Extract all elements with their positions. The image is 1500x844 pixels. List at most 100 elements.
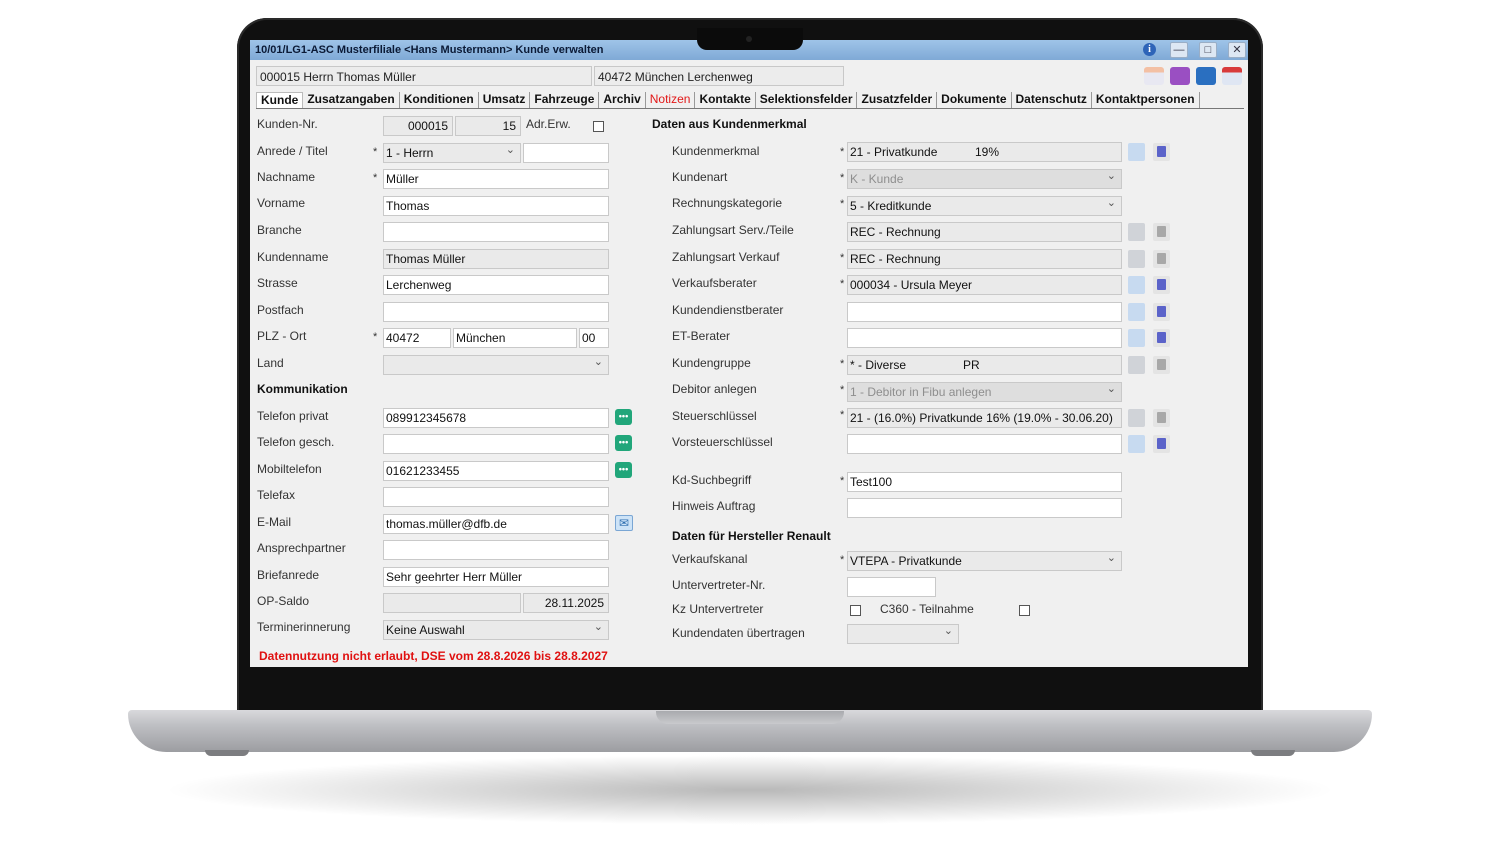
- kundenname-field[interactable]: Thomas Müller: [383, 249, 609, 269]
- strasse-field[interactable]: Lerchenweg: [383, 275, 609, 295]
- chat-icon[interactable]: •••: [615, 435, 632, 451]
- list-icon[interactable]: [1128, 143, 1145, 161]
- list-icon[interactable]: [1128, 409, 1145, 427]
- list-icon[interactable]: [1128, 223, 1145, 241]
- untervertreter-nr-field[interactable]: [847, 577, 936, 597]
- list-icon[interactable]: [1128, 276, 1145, 294]
- tab-datenschutz[interactable]: Datenschutz: [1012, 92, 1092, 108]
- tel-gesch-field[interactable]: [383, 434, 609, 454]
- tab-umsatz[interactable]: Umsatz: [479, 92, 531, 108]
- nachname-field[interactable]: Müller: [383, 169, 609, 189]
- plz-ort-label: PLZ - Ort: [257, 329, 307, 343]
- et-berater-field[interactable]: [847, 328, 1122, 348]
- hinweis-auftrag-field[interactable]: [847, 498, 1122, 518]
- briefanrede-label: Briefanrede: [257, 568, 320, 582]
- kommunikation-heading: Kommunikation: [257, 382, 348, 396]
- c360-checkbox[interactable]: [1019, 605, 1030, 616]
- tab-divider: [256, 108, 1244, 109]
- opsaldo-date-field[interactable]: 28.11.2025: [523, 593, 609, 613]
- chat-icon[interactable]: •••: [615, 462, 632, 478]
- tab-kontaktpersonen[interactable]: Kontaktpersonen: [1092, 92, 1200, 108]
- mail-icon[interactable]: ✉: [615, 515, 633, 531]
- briefanrede-field[interactable]: Sehr geehrter Herr Müller: [383, 567, 609, 587]
- trash-icon[interactable]: [1153, 435, 1170, 453]
- ort-field[interactable]: München: [453, 328, 577, 348]
- trash-icon[interactable]: [1153, 356, 1170, 374]
- land-select[interactable]: [383, 355, 609, 375]
- camera-icon: [746, 36, 752, 42]
- list-icon[interactable]: [1128, 329, 1145, 347]
- kundengruppe-field[interactable]: * - Diverse PR: [847, 355, 1122, 375]
- kundendienstberater-field[interactable]: [847, 302, 1122, 322]
- kundenart-label: Kundenart: [672, 170, 728, 184]
- nachname-label: Nachname: [257, 170, 316, 184]
- document-icon[interactable]: [1170, 67, 1190, 85]
- tab-zusatzfelder[interactable]: Zusatzfelder: [857, 92, 938, 108]
- titel-field[interactable]: [523, 143, 609, 163]
- close-button[interactable]: ✕: [1228, 42, 1246, 58]
- email-field[interactable]: thomas.müller@dfb.de: [383, 514, 609, 534]
- opsaldo-field[interactable]: [383, 593, 521, 613]
- kundendaten-select[interactable]: [847, 624, 959, 644]
- kundennr-suffix-field[interactable]: 15: [455, 116, 521, 136]
- laptop-foot: [205, 750, 249, 756]
- tab-fahrzeuge[interactable]: Fahrzeuge: [530, 92, 600, 108]
- plz-field[interactable]: 40472: [383, 328, 451, 348]
- vorname-field[interactable]: Thomas: [383, 196, 609, 216]
- zahlungsart-verkauf-field[interactable]: REC - Rechnung: [847, 249, 1122, 269]
- trash-icon[interactable]: [1153, 250, 1170, 268]
- ansprechpartner-field[interactable]: [383, 540, 609, 560]
- kz-untervertreter-checkbox[interactable]: [850, 605, 861, 616]
- list-icon[interactable]: [1128, 356, 1145, 374]
- save-icon[interactable]: [1196, 67, 1216, 85]
- trash-icon[interactable]: [1153, 409, 1170, 427]
- tab-selektionsfelder[interactable]: Selektionsfelder: [756, 92, 858, 108]
- suchbegriff-field[interactable]: Test100: [847, 472, 1122, 492]
- anrede-select[interactable]: 1 - Herrn: [383, 143, 521, 163]
- mobil-field[interactable]: 01621233455: [383, 461, 609, 481]
- steuerschluessel-field[interactable]: 21 - (16.0%) Privatkunde 16% (19.0% - 30…: [847, 408, 1122, 428]
- customer-header: 000015 Herrn Thomas Müller: [256, 66, 592, 86]
- zahlungsart-serv-field[interactable]: REC - Rechnung: [847, 222, 1122, 242]
- tab-konditionen[interactable]: Konditionen: [400, 92, 479, 108]
- adr-erw-label: Adr.Erw.: [526, 117, 571, 131]
- trash-icon[interactable]: [1153, 276, 1170, 294]
- c360-label: C360 - Teilnahme: [880, 602, 974, 616]
- rechnungskategorie-select[interactable]: 5 - Kreditkunde: [847, 196, 1122, 216]
- trash-icon[interactable]: [1153, 143, 1170, 161]
- debitor-select[interactable]: 1 - Debitor in Fibu anlegen: [847, 382, 1122, 402]
- kundennr-field[interactable]: 000015: [383, 116, 453, 136]
- ort-code-field[interactable]: 00: [579, 328, 609, 348]
- kundenmerkmal-field[interactable]: 21 - Privatkunde 19%: [847, 142, 1122, 162]
- trash-icon[interactable]: [1153, 329, 1170, 347]
- calendar-delete-icon[interactable]: [1222, 67, 1242, 85]
- vorsteuerschluessel-field[interactable]: [847, 434, 1122, 454]
- maximize-button[interactable]: □: [1199, 42, 1217, 58]
- required-marker: *: [840, 172, 845, 184]
- tab-notizen[interactable]: Notizen: [646, 92, 696, 108]
- postfach-field[interactable]: [383, 302, 609, 322]
- tab-zusatzangaben[interactable]: Zusatzangaben: [303, 92, 400, 108]
- info-icon[interactable]: i: [1143, 43, 1156, 56]
- list-icon[interactable]: [1128, 435, 1145, 453]
- minimize-button[interactable]: —: [1170, 42, 1188, 58]
- tel-privat-field[interactable]: 089912345678: [383, 408, 609, 428]
- verkaufskanal-select[interactable]: VTEPA - Privatkunde: [847, 551, 1122, 571]
- tab-archiv[interactable]: Archiv: [599, 92, 646, 108]
- list-icon[interactable]: [1128, 250, 1145, 268]
- list-icon[interactable]: [1128, 303, 1145, 321]
- tab-dokumente[interactable]: Dokumente: [937, 92, 1012, 108]
- telefax-field[interactable]: [383, 487, 609, 507]
- chat-icon[interactable]: •••: [615, 409, 632, 425]
- trash-icon[interactable]: [1153, 223, 1170, 241]
- calendar-icon[interactable]: [1144, 67, 1164, 85]
- tab-kunde[interactable]: Kunde: [256, 92, 304, 108]
- verkaufsberater-field[interactable]: 000034 - Ursula Meyer: [847, 275, 1122, 295]
- kundenart-select[interactable]: K - Kunde: [847, 169, 1122, 189]
- opsaldo-label: OP-Saldo: [257, 594, 310, 608]
- adr-erw-checkbox[interactable]: [593, 121, 604, 132]
- branche-field[interactable]: [383, 222, 609, 242]
- tab-kontakte[interactable]: Kontakte: [695, 92, 756, 108]
- terminerinnerung-select[interactable]: Keine Auswahl: [383, 620, 609, 640]
- trash-icon[interactable]: [1153, 303, 1170, 321]
